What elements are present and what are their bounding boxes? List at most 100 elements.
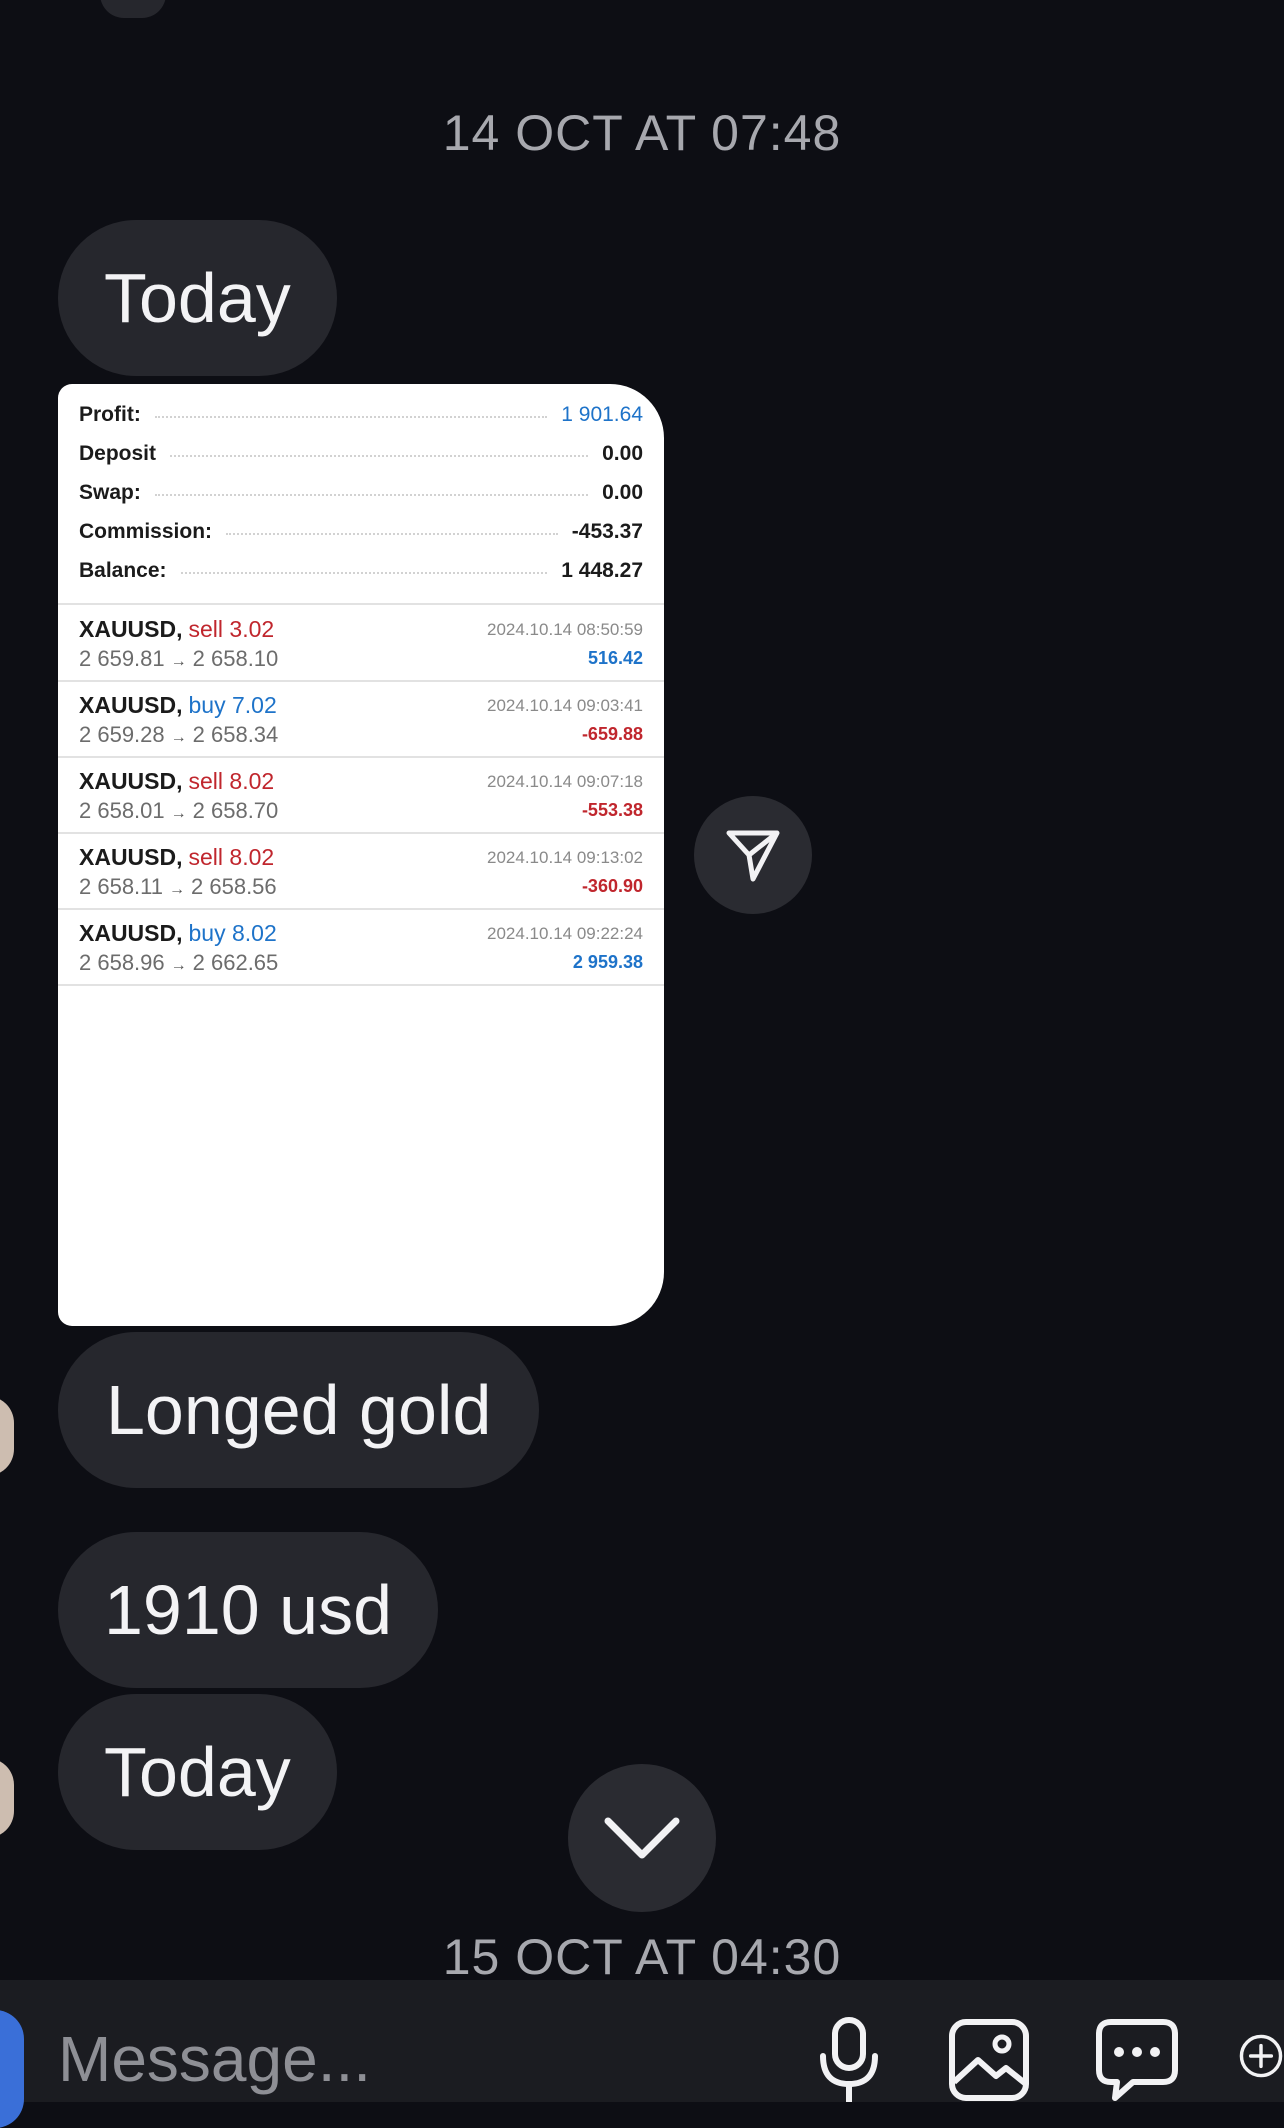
trade-row: XAUUSD, buy 7.02 2 659.28 → 2 658.34 2024.10.… (58, 682, 664, 756)
trade-prices: 2 659.28 → 2 658.34 (79, 722, 278, 748)
trade-title: XAUUSD, buy 7.02 (79, 692, 277, 719)
trade-prices: 2 659.81 → 2 658.10 (79, 646, 278, 672)
message-text: Today (104, 259, 291, 337)
trade-symbol: XAUUSD, (79, 920, 183, 946)
dotted-leader (154, 416, 548, 418)
trade-history-screenshot[interactable]: Profit: 1 901.64 Deposit 0.00 Swap: 0.00 Commi… (58, 384, 664, 1326)
summary-label: Deposit (79, 442, 157, 465)
dotted-leader (226, 533, 558, 535)
open-price: 2 658.01 (79, 798, 165, 823)
open-price: 2 658.11 (79, 874, 164, 899)
share-button[interactable] (694, 796, 812, 914)
trade-symbol: XAUUSD, (79, 768, 183, 794)
summary-row: Swap: 0.00 (79, 477, 643, 509)
open-price: 2 658.96 (79, 950, 165, 975)
trade-row: XAUUSD, sell 3.02 2 659.81 → 2 658.10 2024.10… (58, 606, 664, 680)
summary-row: Commission: -453.37 (79, 516, 643, 548)
open-price: 2 659.28 (79, 722, 165, 747)
close-price: 2 658.10 (192, 646, 279, 671)
trade-time: 2024.10.14 09:22:24 (487, 924, 643, 943)
trade-symbol: XAUUSD, (79, 844, 183, 870)
message-composer: Message... (0, 1980, 1284, 2128)
message-bubble[interactable]: Today (58, 1694, 337, 1850)
sticker-button[interactable] (1094, 2016, 1180, 2102)
dotted-leader (154, 494, 589, 496)
trade-symbol: XAUUSD, (79, 692, 183, 718)
message-text: Longed gold (106, 1371, 492, 1449)
trade-profit: -360.90 (581, 876, 643, 896)
paper-plane-icon (726, 830, 780, 882)
summary-value: 1 448.27 (561, 559, 643, 582)
arrow-right-icon: → (169, 881, 186, 898)
trade-title: XAUUSD, buy 8.02 (79, 920, 277, 947)
date-separator: 14 OCT AT 07:48 (442, 105, 842, 161)
arrow-right-icon: → (170, 957, 187, 974)
summary-value: 0.00 (602, 442, 643, 465)
trade-time: 2024.10.14 09:07:18 (487, 772, 643, 791)
previous-bubble-edge (100, 0, 166, 18)
plus-icon (1239, 2034, 1283, 2078)
trade-title: XAUUSD, sell 3.02 (79, 616, 274, 643)
more-button[interactable] (1238, 2016, 1284, 2102)
trade-time: 2024.10.14 09:03:41 (487, 696, 643, 715)
trade-time: 2024.10.14 08:50:59 (487, 620, 643, 639)
microphone-button[interactable] (806, 2016, 892, 2102)
trade-title: XAUUSD, sell 8.02 (79, 844, 274, 871)
summary-value: -453.37 (571, 520, 643, 543)
arrow-right-icon: → (170, 729, 187, 746)
trade-profit: -659.88 (581, 724, 643, 744)
summary-label: Profit: (79, 403, 141, 426)
arrow-right-icon: → (170, 653, 187, 670)
trade-side: sell 3.02 (188, 616, 275, 642)
summary-row: Deposit 0.00 (79, 438, 643, 470)
summary-label: Commission: (79, 520, 213, 543)
message-text: Today (104, 1733, 291, 1811)
avatar[interactable] (0, 1396, 14, 1476)
trade-profit: 2 959.38 (572, 952, 643, 972)
trade-time: 2024.10.14 09:13:02 (487, 848, 643, 867)
divider (58, 984, 664, 986)
message-bubble[interactable]: Today (58, 220, 337, 376)
trade-profit: -553.38 (581, 800, 643, 820)
close-price: 2 658.70 (192, 798, 279, 823)
summary-label: Balance: (79, 559, 167, 582)
trade-row: XAUUSD, sell 8.02 2 658.11 → 2 658.56 2024.10… (58, 834, 664, 908)
trade-row: XAUUSD, sell 8.02 2 658.01 → 2 658.70 2024.10… (58, 758, 664, 832)
trade-symbol: XAUUSD, (79, 616, 183, 642)
summary-row: Profit: 1 901.64 (79, 399, 643, 431)
chevron-down-icon (604, 1817, 680, 1859)
open-price: 2 659.81 (79, 646, 165, 671)
trade-side: buy 8.02 (188, 920, 277, 946)
dotted-leader (180, 572, 548, 574)
trade-prices: 2 658.96 → 2 662.65 (79, 950, 278, 976)
trade-title: XAUUSD, sell 8.02 (79, 768, 274, 795)
trade-profit: 516.42 (587, 648, 643, 668)
sticker-chat-icon (1096, 2019, 1178, 2101)
arrow-right-icon: → (170, 805, 187, 822)
message-bubble[interactable]: 1910 usd (58, 1532, 439, 1688)
close-price: 2 658.56 (191, 874, 277, 899)
summary-value: 0.00 (602, 481, 643, 504)
trade-side: sell 8.02 (188, 844, 275, 870)
microphone-icon (820, 2017, 878, 2102)
scroll-to-bottom-button[interactable] (568, 1764, 716, 1912)
trade-side: sell 8.02 (188, 768, 275, 794)
message-bubble[interactable]: Longed gold (58, 1332, 540, 1488)
message-input[interactable]: Message... (58, 2022, 371, 2096)
dotted-leader (170, 455, 589, 457)
trade-prices: 2 658.01 → 2 658.70 (79, 798, 278, 824)
trade-row: XAUUSD, buy 8.02 2 658.96 → 2 662.65 2024.10.… (58, 910, 664, 984)
close-price: 2 662.65 (192, 950, 279, 975)
close-price: 2 658.34 (192, 722, 279, 747)
divider (58, 603, 664, 605)
trade-prices: 2 658.11 → 2 658.56 (79, 874, 277, 900)
image-icon (949, 2019, 1029, 2101)
message-text: 1910 usd (104, 1571, 393, 1649)
avatar[interactable] (0, 1758, 14, 1838)
camera-button[interactable] (0, 2010, 24, 2128)
trade-side: buy 7.02 (188, 692, 277, 718)
date-separator: 15 OCT AT 04:30 (442, 1929, 842, 1985)
gallery-button[interactable] (946, 2016, 1032, 2102)
summary-value: 1 901.64 (561, 403, 643, 426)
summary-label: Swap: (79, 481, 141, 504)
